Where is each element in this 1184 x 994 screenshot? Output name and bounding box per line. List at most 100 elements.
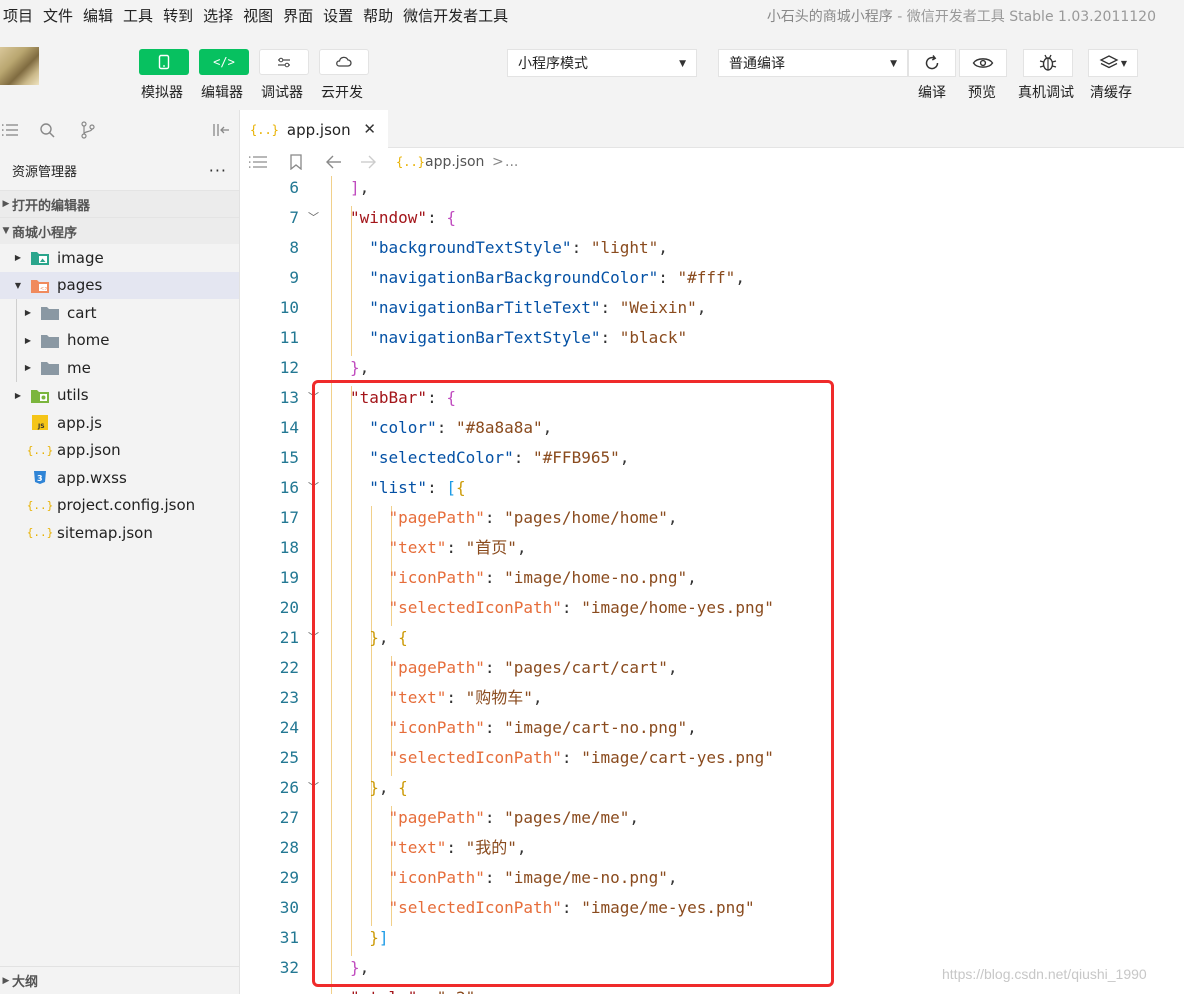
code-line: 23 "text": "购物车", (240, 683, 1184, 713)
code-line: 17 "pagePath": "pages/home/home", (240, 503, 1184, 533)
debugger-label: 调试器 (261, 85, 303, 101)
line-number: 6 (289, 178, 299, 197)
explorer-header: 资源管理器 ··· (0, 150, 239, 190)
line-number: 21 (279, 628, 299, 647)
breadcrumb-file[interactable]: app.json (425, 154, 484, 170)
debugger-button[interactable] (259, 49, 309, 75)
line-number: 17 (279, 508, 299, 527)
fold-chevron-icon[interactable]: ﹀ (308, 383, 319, 413)
fold-chevron-icon[interactable]: ﹀ (308, 623, 319, 653)
line-number: 9 (289, 268, 299, 287)
menu-goto[interactable]: 转到 (159, 5, 199, 26)
fold-chevron-icon[interactable]: ﹀ (308, 773, 319, 803)
cloud-dev-button[interactable] (319, 49, 369, 75)
avatar[interactable] (0, 47, 39, 85)
css-file-icon: 3 (31, 470, 49, 485)
open-editors-section[interactable]: ▶ 打开的编辑器 (0, 190, 239, 217)
code-editor[interactable]: 6], 7 ﹀ "window": { 8 "backgroundTextStyle… (240, 176, 1184, 994)
clear-cache-button[interactable]: ▼ (1088, 49, 1138, 77)
image-folder-icon (31, 250, 49, 266)
tree-item-cart[interactable]: ▶ cart (0, 299, 239, 327)
editor-button[interactable]: </> (199, 49, 249, 75)
more-icon[interactable]: ··· (209, 161, 227, 180)
code-line: 12}, (240, 353, 1184, 383)
menu-edit[interactable]: 编辑 (79, 5, 119, 26)
remote-debug-button[interactable] (1023, 49, 1073, 77)
line-number: 28 (279, 838, 299, 857)
tree-item-app-wxss[interactable]: 3 app.wxss (0, 464, 239, 492)
code-line: 15 "selectedColor": "#FFB965", (240, 443, 1184, 473)
arrow-left-icon[interactable] (324, 152, 344, 172)
close-icon[interactable]: ✕ (363, 120, 376, 138)
line-number: 20 (279, 598, 299, 617)
code-line: 10 "navigationBarTitleText": "Weixin", (240, 293, 1184, 323)
mode-select[interactable]: 小程序模式 ▼ (507, 49, 697, 77)
project-section[interactable]: ▼ 商城小程序 (0, 217, 239, 244)
sidebar-activity-bar (0, 110, 239, 150)
tree-item-label: pages (57, 276, 103, 295)
preview-button[interactable] (959, 49, 1007, 77)
list-icon[interactable] (248, 152, 268, 172)
breadcrumb-more[interactable]: ... (505, 154, 518, 170)
bookmark-icon[interactable] (286, 152, 306, 172)
fold-chevron-icon[interactable]: ﹀ (308, 203, 319, 233)
line-number: 14 (279, 418, 299, 437)
source-control-icon[interactable] (78, 120, 98, 140)
tree-item-label: cart (67, 303, 97, 322)
folder-icon (41, 360, 59, 376)
tree-item-project-config-json[interactable]: {..} project.config.json (0, 492, 239, 520)
list-icon[interactable] (0, 120, 20, 140)
menu-file[interactable]: 文件 (39, 5, 79, 26)
tree-item-image[interactable]: ▶ image (0, 244, 239, 272)
line-number: 10 (279, 298, 299, 317)
breadcrumb-bar: {..} app.json > ... (240, 148, 1184, 176)
code-line: 18 "text": "首页", (240, 533, 1184, 563)
menu-tools[interactable]: 工具 (119, 5, 159, 26)
line-number: 19 (279, 568, 299, 587)
tree-item-me[interactable]: ▶ me (0, 354, 239, 382)
search-icon[interactable] (37, 120, 57, 140)
code-line: 29 "iconPath": "image/me-no.png", (240, 863, 1184, 893)
line-number: 30 (279, 898, 299, 917)
code-line: 8 "backgroundTextStyle": "light", (240, 233, 1184, 263)
code-line: "style": "v2", (240, 983, 1184, 994)
menu-select[interactable]: 选择 (199, 5, 239, 26)
collapse-panel-icon[interactable] (211, 120, 231, 140)
preview-label: 预览 (968, 85, 996, 101)
watermark: https://blog.csdn.net/qiushi_1990 (942, 966, 1147, 982)
menu-interface[interactable]: 界面 (279, 5, 319, 26)
compile-mode-select[interactable]: 普通编译 ▼ (718, 49, 908, 77)
code-line: 21 ﹀ }, { (240, 623, 1184, 653)
chevron-down-icon: ▼ (2, 226, 10, 236)
compile-button[interactable] (908, 49, 956, 77)
folder-icon (41, 333, 59, 348)
compile-mode-value: 普通编译 (729, 56, 785, 72)
tree-item-pages[interactable]: ▼ <> pages (0, 271, 239, 299)
menu-help[interactable]: 帮助 (359, 5, 399, 26)
code-line: 6], (240, 176, 1184, 203)
tree-item-utils[interactable]: ▶ utils (0, 382, 239, 410)
outline-section[interactable]: ▶ 大纲 (0, 966, 239, 994)
chevron-right-icon: ▶ (14, 253, 22, 263)
tree-item-app-js[interactable]: JS app.js (0, 409, 239, 437)
code-line: 26 ﹀ }, { (240, 773, 1184, 803)
tree-item-sitemap-json[interactable]: {..} sitemap.json (0, 519, 239, 547)
line-number: 7 (289, 208, 299, 227)
menu-project[interactable]: 项目 (0, 5, 39, 26)
tab-app-json[interactable]: {..} app.json ✕ (240, 110, 388, 149)
simulator-label: 模拟器 (141, 85, 183, 101)
menu-wechat-devtools[interactable]: 微信开发者工具 (399, 5, 514, 26)
line-number: 26 (279, 778, 299, 797)
phone-icon (158, 54, 170, 70)
clear-cache-label: 清缓存 (1090, 85, 1132, 101)
tree-item-label: utils (57, 386, 89, 405)
menu-view[interactable]: 视图 (239, 5, 279, 26)
simulator-button[interactable] (139, 49, 189, 75)
caret-down-icon: ▼ (1120, 58, 1128, 68)
tree-item-app-json[interactable]: {..} app.json (0, 437, 239, 465)
tree-item-home[interactable]: ▶ home (0, 327, 239, 355)
arrow-right-icon[interactable] (358, 152, 378, 172)
code-line: 30 "selectedIconPath": "image/me-yes.png… (240, 893, 1184, 923)
menu-settings[interactable]: 设置 (319, 5, 359, 26)
fold-chevron-icon[interactable]: ﹀ (308, 473, 319, 503)
